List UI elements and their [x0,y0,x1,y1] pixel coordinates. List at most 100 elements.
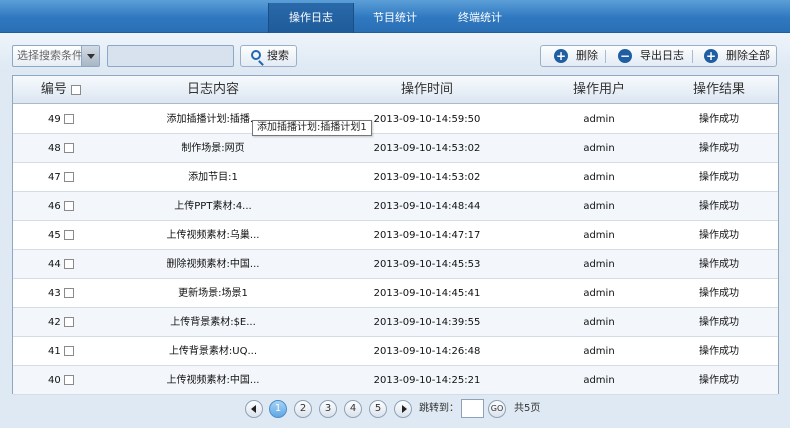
row-content: 上传背景素材:$E... [170,317,256,328]
page-2-button[interactable]: 2 [294,400,312,418]
row-id: 47 [35,163,87,192]
action-button-group: + 删除 − 导出日志 + 删除全部 [540,45,777,67]
row-checkbox[interactable] [63,346,74,356]
row-content: 添加节目:1 [188,172,238,183]
search-button[interactable]: 搜索 [240,45,297,67]
table-row[interactable]: 48 制作场景:网页 2013-09-10-14:53:02 admin 操作成功 [13,134,778,163]
divider [605,50,606,63]
row-id-label: 43 [48,288,61,299]
row-checkbox[interactable] [63,143,74,153]
header-user: 操作用户 [572,82,625,97]
delete-all-button-label: 删除全部 [726,49,770,62]
row-checkbox[interactable] [63,114,74,124]
row-id: 43 [35,279,87,308]
row-content: 上传视频素材:中国... [166,375,260,386]
row-user: admin [583,317,615,328]
row-id-label: 44 [48,259,61,270]
row-user: admin [583,230,615,241]
delete-all-button[interactable]: + 删除全部 [704,46,774,66]
row-id: 42 [35,308,87,337]
export-log-button[interactable]: − 导出日志 [618,46,684,66]
row-checkbox[interactable] [63,172,74,182]
select-all-checkbox[interactable] [71,84,82,95]
table-row[interactable]: 49 添加插播计划:插播... 2013-09-10-14:59:50 admin 操… [13,105,778,134]
row-result: 操作成功 [699,143,739,154]
row-user: admin [583,259,615,270]
table-row[interactable]: 41 上传背景素材:UQ... 2013-09-10-14:26:48 admin 操… [13,337,778,366]
tab-terminal-stats[interactable]: 终端统计 [436,3,524,33]
row-id: 41 [35,337,87,366]
header-id: 编号 [35,76,87,104]
tab-program-stats[interactable]: 节目统计 [354,3,436,33]
delete-button-label: 删除 [576,49,598,62]
row-checkbox[interactable] [63,375,74,385]
table-row[interactable]: 43 更新场景:场景1 2013-09-10-14:45:41 admin 操作成功 [13,279,778,308]
search-condition-select[interactable]: 选择搜索条件 [12,45,100,67]
row-checkbox[interactable] [63,317,74,327]
row-user: admin [583,288,615,299]
row-id-label: 45 [48,230,61,241]
plus-circle-icon: + [704,49,718,63]
page-1-button[interactable]: 1 [269,400,287,418]
export-log-button-label: 导出日志 [640,49,684,62]
row-id: 45 [35,221,87,250]
row-result: 操作成功 [699,172,739,183]
header-id-label: 编号 [40,82,67,97]
row-user: admin [583,375,615,386]
table-row[interactable]: 44 删除视频素材:中国... 2013-09-10-14:45:53 admin 操… [13,250,778,279]
table-row[interactable]: 45 上传视频素材:乌巢... 2013-09-10-14:47:17 admin 操… [13,221,778,250]
row-time: 2013-09-10-14:25:21 [373,375,481,386]
row-result: 操作成功 [699,288,739,299]
header-result: 操作结果 [692,82,745,97]
row-time: 2013-09-10-14:48:44 [373,201,481,212]
table-row[interactable]: 47 添加节目:1 2013-09-10-14:53:02 admin 操作成功 [13,163,778,192]
divider [692,50,693,63]
table-header: 编号 日志内容 操作时间 操作用户 操作结果 [13,76,778,104]
table-row[interactable]: 42 上传背景素材:$E... 2013-09-10-14:39:55 admin 操… [13,308,778,337]
prev-page-icon[interactable] [245,400,263,418]
page-3-button[interactable]: 3 [319,400,337,418]
row-checkbox[interactable] [63,230,74,240]
row-time: 2013-09-10-14:39:55 [373,317,481,328]
row-id-label: 42 [48,317,61,328]
row-id-label: 41 [48,346,61,357]
row-id-label: 49 [48,114,61,125]
row-id-label: 40 [48,375,61,386]
row-id: 44 [35,250,87,279]
page-5-button[interactable]: 5 [369,400,387,418]
row-id: 49 [35,105,87,134]
row-checkbox[interactable] [63,288,74,298]
row-content: 上传背景素材:UQ... [168,346,258,357]
next-page-icon[interactable] [394,400,412,418]
search-icon [251,50,261,60]
row-time: 2013-09-10-14:53:02 [373,172,481,183]
row-user: admin [583,201,615,212]
row-result: 操作成功 [699,201,739,212]
row-time: 2013-09-10-14:45:41 [373,288,481,299]
chevron-down-icon[interactable] [81,46,99,66]
go-button[interactable]: GO [488,400,506,418]
search-condition-label: 选择搜索条件 [17,49,83,62]
row-content: 上传PPT素材:4... [174,201,252,212]
jump-label: 跳转到： [419,403,459,414]
row-user: admin [583,172,615,183]
row-result: 操作成功 [699,346,739,357]
delete-button[interactable]: + 删除 [554,46,598,66]
pagination: 1 2 3 4 5 跳转到： GO 共5页 [0,396,790,428]
row-content: 删除视频素材:中国... [166,259,260,270]
row-result: 操作成功 [699,259,739,270]
page-4-button[interactable]: 4 [344,400,362,418]
row-time: 2013-09-10-14:47:17 [373,230,481,241]
total-pages-label: 共5页 [514,403,541,414]
row-result: 操作成功 [699,375,739,386]
search-input[interactable] [107,45,234,67]
jump-page-input[interactable] [461,399,484,418]
row-time: 2013-09-10-14:53:02 [373,143,481,154]
tab-operation-log[interactable]: 操作日志 [268,3,354,33]
table-row[interactable]: 46 上传PPT素材:4... 2013-09-10-14:48:44 admin 操… [13,192,778,221]
row-checkbox[interactable] [63,259,74,269]
header-content: 日志内容 [186,82,239,97]
row-result: 操作成功 [699,230,739,241]
table-row[interactable]: 40 上传视频素材:中国... 2013-09-10-14:25:21 admin 操… [13,366,778,395]
row-checkbox[interactable] [63,201,74,211]
